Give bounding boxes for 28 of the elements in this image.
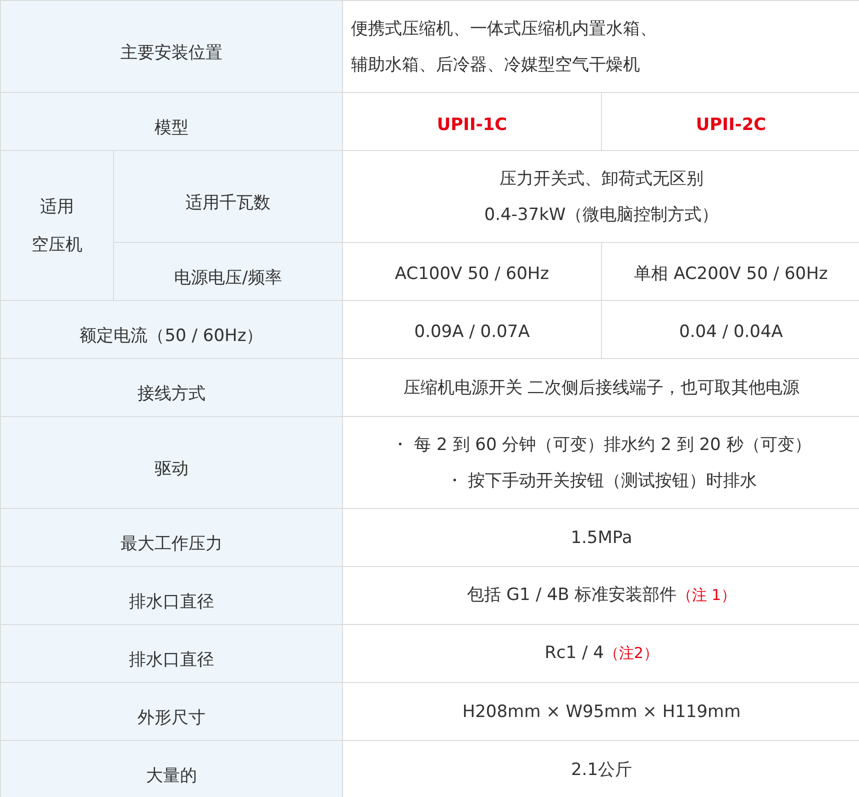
row-label: 适用千瓦数 xyxy=(114,150,342,242)
value-cell: ・ 每 2 到 60 分钟（可变）排水约 2 到 20 秒（可变） ・ 按下手动开关按钮（测试按钮）时排水 xyxy=(342,416,859,508)
model-heading: UPII-2C xyxy=(602,92,859,150)
value-cell: AC100V 50 / 60Hz xyxy=(342,242,602,300)
row-label: 排水口直径 xyxy=(0,566,342,624)
row-label: 外形尺寸 xyxy=(0,682,342,740)
row-label: 驱动 xyxy=(0,416,342,508)
value-cell: 压力开关式、卸荷式无区别 0.4-37kW（微电脑控制方式） xyxy=(342,150,859,242)
row-label: 主要安装位置 xyxy=(0,0,342,92)
value-cell: Rc1 / 4（注2） xyxy=(342,624,859,682)
group-label: 适用 空压机 xyxy=(0,150,114,300)
row-label: 最大工作压力 xyxy=(0,508,342,566)
value-cell: 0.09A / 0.07A xyxy=(342,300,602,358)
value-cell: 压缩机电源开关 二次侧后接线端子，也可取其他电源 xyxy=(342,358,859,416)
value-cell: 1.5MPa xyxy=(342,508,859,566)
value-cell: 0.04 / 0.04A xyxy=(602,300,859,358)
value-cell: 便携式压缩机、一体式压缩机内置水箱、 辅助水箱、后冷器、冷媒型空气干燥机 xyxy=(342,0,859,92)
model-heading: UPII-1C xyxy=(342,92,602,150)
row-label: 电源电压/频率 xyxy=(114,242,342,300)
row-label: 额定电流（50 / 60Hz） xyxy=(0,300,342,358)
value-cell: 单相 AC200V 50 / 60Hz xyxy=(602,242,859,300)
row-label: 接线方式 xyxy=(0,358,342,416)
row-label: 大量的 xyxy=(0,740,342,797)
value-cell: H208mm × W95mm × H119mm xyxy=(342,682,859,740)
value-cell: 2.1公斤 xyxy=(342,740,859,797)
value-cell: 包括 G1 / 4B 标准安装部件（注 1） xyxy=(342,566,859,624)
row-label: 模型 xyxy=(0,92,342,150)
row-label: 排水口直径 xyxy=(0,624,342,682)
